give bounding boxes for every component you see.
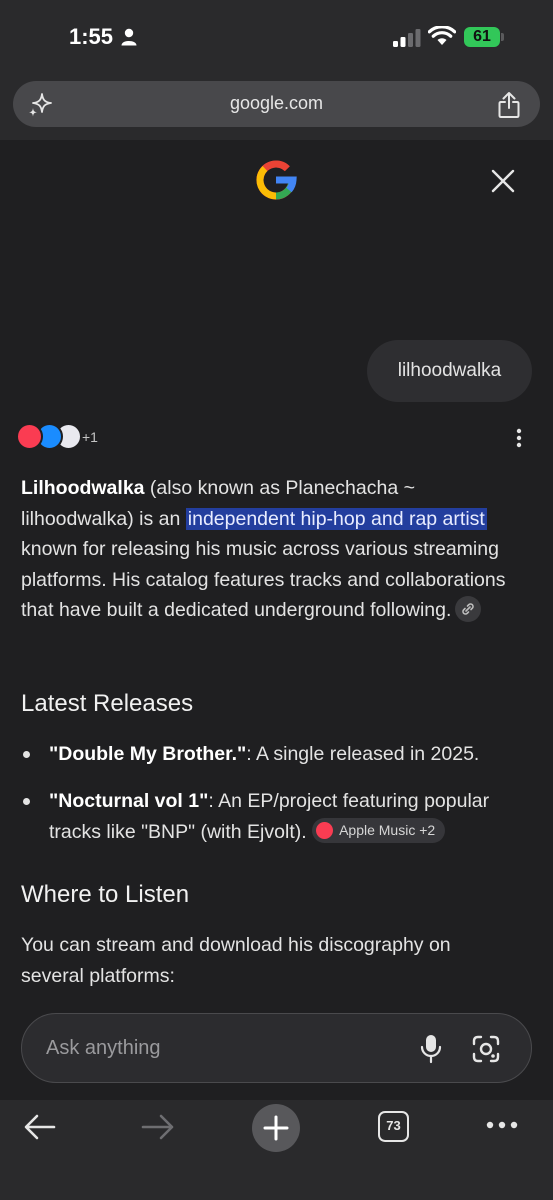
- cellular-signal-icon: [393, 29, 421, 47]
- ask-input-placeholder[interactable]: Ask anything: [46, 1037, 161, 1060]
- close-icon[interactable]: [490, 168, 516, 194]
- answer-paragraph: Lilhoodwalka (also known as Planechacha …: [21, 473, 531, 626]
- source-count[interactable]: +1: [82, 429, 98, 445]
- where-to-listen-heading: Where to Listen: [21, 881, 190, 908]
- tab-switcher-button[interactable]: 73: [378, 1111, 409, 1142]
- source-icons[interactable]: [16, 423, 84, 450]
- status-time: 1:55: [69, 24, 114, 49]
- google-lens-icon[interactable]: [472, 1035, 500, 1063]
- battery-indicator: 61: [464, 27, 500, 47]
- release-desc: : A single released in 2025.: [246, 743, 480, 765]
- list-item: "Double My Brother.": A single released …: [21, 739, 531, 770]
- person-icon: [121, 28, 137, 46]
- answer-text-2: known for releasing his music across var…: [21, 538, 506, 621]
- link-icon[interactable]: [455, 595, 482, 622]
- plus-icon: [263, 1115, 289, 1141]
- url-text[interactable]: google.com: [0, 93, 553, 114]
- more-menu-icon[interactable]: [486, 1120, 518, 1130]
- battery-tip: [501, 33, 504, 41]
- release-title: "Nocturnal vol 1": [49, 790, 209, 812]
- apple-music-icon: [16, 423, 43, 450]
- source-chip-label: Apple Music +2: [339, 822, 436, 839]
- more-options-icon[interactable]: [516, 428, 522, 448]
- forward-arrow-icon[interactable]: [141, 1114, 175, 1140]
- share-icon[interactable]: [497, 91, 521, 119]
- wifi-icon: [428, 26, 456, 45]
- highlighted-phrase[interactable]: independent hip-hop and rap artist: [185, 507, 487, 530]
- new-tab-button[interactable]: [252, 1104, 300, 1152]
- source-chip[interactable]: Apple Music +2: [312, 817, 446, 843]
- latest-releases-heading: Latest Releases: [21, 690, 194, 717]
- user-query-bubble: lilhoodwalka: [367, 340, 532, 402]
- list-item: "Nocturnal vol 1": An EP/project featuri…: [21, 786, 531, 847]
- release-title: "Double My Brother.": [49, 743, 247, 765]
- answer-subject: Lilhoodwalka: [21, 477, 145, 499]
- google-logo-icon: [256, 160, 297, 200]
- listen-paragraph: You can stream and download his discogra…: [21, 934, 451, 987]
- back-arrow-icon[interactable]: [24, 1114, 56, 1140]
- apple-music-icon: [316, 821, 334, 839]
- microphone-icon[interactable]: [420, 1034, 442, 1064]
